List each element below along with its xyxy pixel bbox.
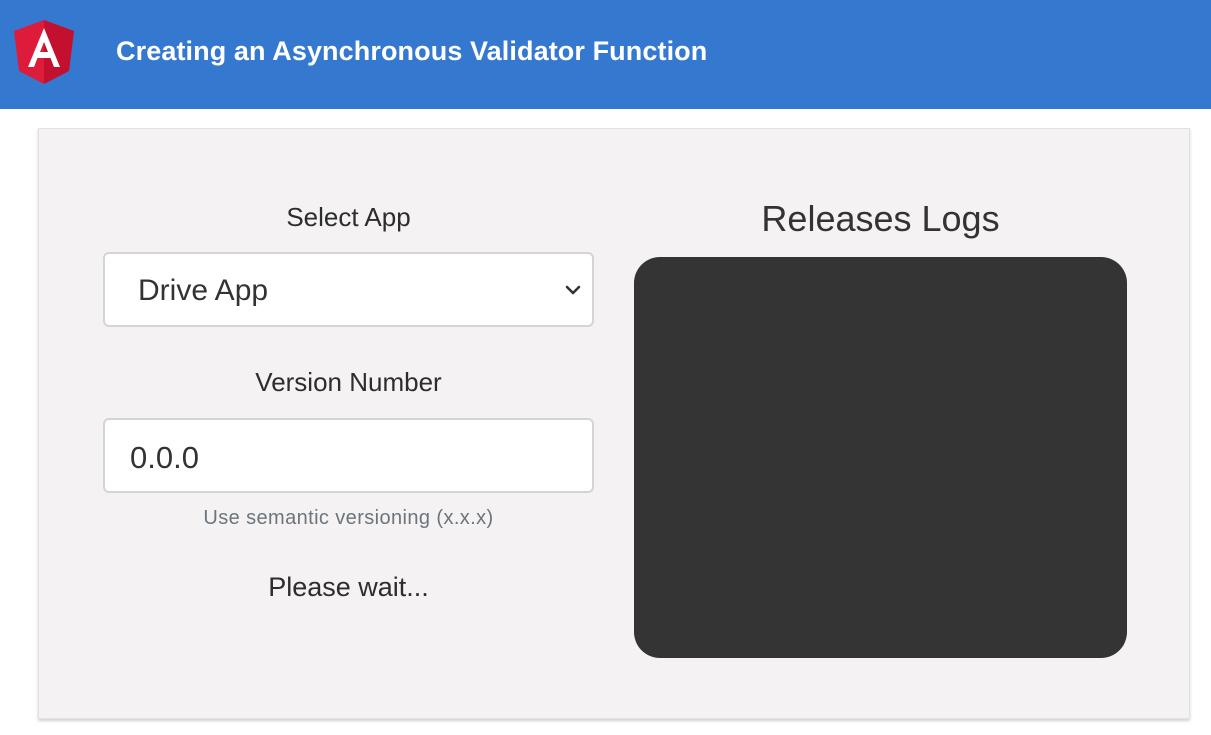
chevron-down-icon xyxy=(565,285,581,295)
version-number-input[interactable]: 0.0.0 xyxy=(103,418,594,493)
page-title: Creating an Asynchronous Validator Funct… xyxy=(116,36,708,66)
releases-logs-panel xyxy=(634,257,1127,658)
app-select[interactable]: Drive App xyxy=(103,252,594,327)
select-app-label: Select App xyxy=(286,202,411,232)
main-card: Select App Drive App Version Number 0.0.… xyxy=(38,128,1190,719)
releases-logs-title: Releases Logs xyxy=(761,198,1000,239)
version-number-label: Version Number xyxy=(255,367,442,397)
version-hint: Use semantic versioning (x.x.x) xyxy=(203,507,494,529)
app-select-value: Drive App xyxy=(138,274,269,307)
version-number-value: 0.0.0 xyxy=(130,440,199,475)
angular-logo-icon xyxy=(14,20,74,84)
app-header: Creating an Asynchronous Validator Funct… xyxy=(0,0,1211,109)
status-text: Please wait... xyxy=(268,572,429,602)
